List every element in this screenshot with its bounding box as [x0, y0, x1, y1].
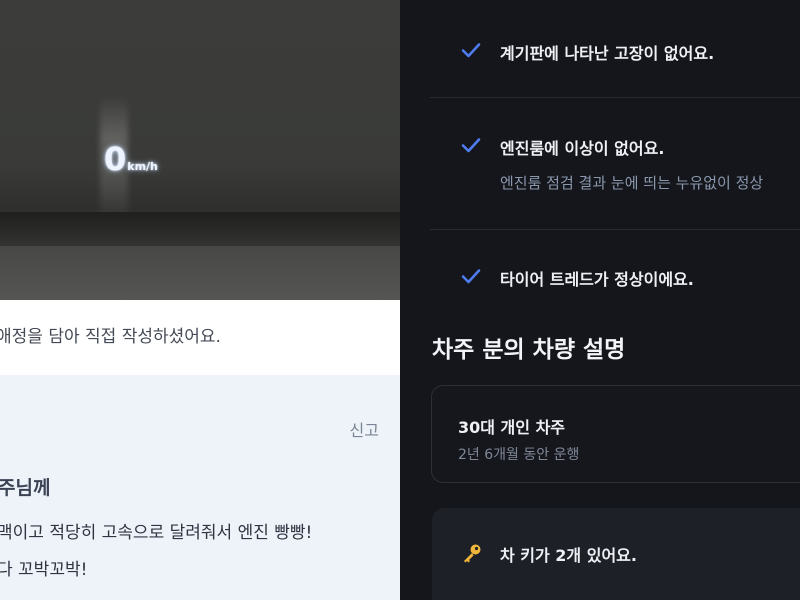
hud-speed-value: 0 [104, 140, 127, 178]
check-label: 타이어 트레드가 정상이에요. [500, 270, 694, 289]
report-button[interactable]: 신고 [350, 417, 379, 441]
review-panel: 0km/h 애정을 담아 직접 작성하셨어요. 신고 주님께 맥이고 적당히 고… [0, 0, 400, 600]
check-icon [461, 269, 481, 284]
hud-speed-unit: km/h [127, 160, 158, 173]
owner-title: 30대 개인 차주 [458, 418, 566, 437]
key-card: 차 키가 2개 있어요. [432, 508, 800, 600]
check-label: 엔진룸에 이상이 없어요. [500, 139, 665, 158]
review-card: 신고 주님께 맥이고 적당히 고속으로 달려줘서 엔진 빵빵! 다 꼬박꼬박! [0, 375, 400, 600]
divider [430, 229, 800, 230]
check-icon [461, 138, 481, 153]
check-description: 엔진룸 점검 결과 눈에 띄는 누유없이 정상 [500, 174, 764, 192]
review-recipient: 주님께 [0, 477, 51, 499]
hud-speed-readout: 0km/h [104, 140, 158, 178]
inspection-panel: 계기판에 나타난 고장이 없어요. 엔진룸에 이상이 없어요. 엔진룸 점검 결… [400, 0, 800, 600]
section-title: 차주 분의 차량 설명 [432, 337, 626, 363]
owner-subtitle: 2년 6개월 동안 운행 [458, 447, 580, 463]
review-message-line-2: 다 꼬박꼬박! [0, 560, 88, 580]
divider [430, 97, 800, 98]
dashboard-edge [0, 212, 400, 246]
key-icon [464, 544, 481, 563]
review-message-line-1: 맥이고 적당히 고속으로 달려줘서 엔진 빵빵! [0, 523, 313, 543]
owner-card[interactable]: 30대 개인 차주 2년 6개월 동안 운행 [431, 385, 800, 483]
review-caption: 애정을 담아 직접 작성하셨어요. [0, 327, 221, 347]
review-photo-hud[interactable]: 0km/h [0, 0, 400, 300]
key-label: 차 키가 2개 있어요. [500, 546, 637, 565]
owner-description-section: 차주 분의 차량 설명 30대 개인 차주 2년 6개월 동안 운행 차 키가 … [400, 298, 800, 600]
review-caption-bar: 애정을 담아 직접 작성하셨어요. [0, 300, 400, 375]
dashboard-surface [0, 246, 400, 300]
check-icon [461, 43, 481, 58]
check-label: 계기판에 나타난 고장이 없어요. [500, 44, 715, 63]
